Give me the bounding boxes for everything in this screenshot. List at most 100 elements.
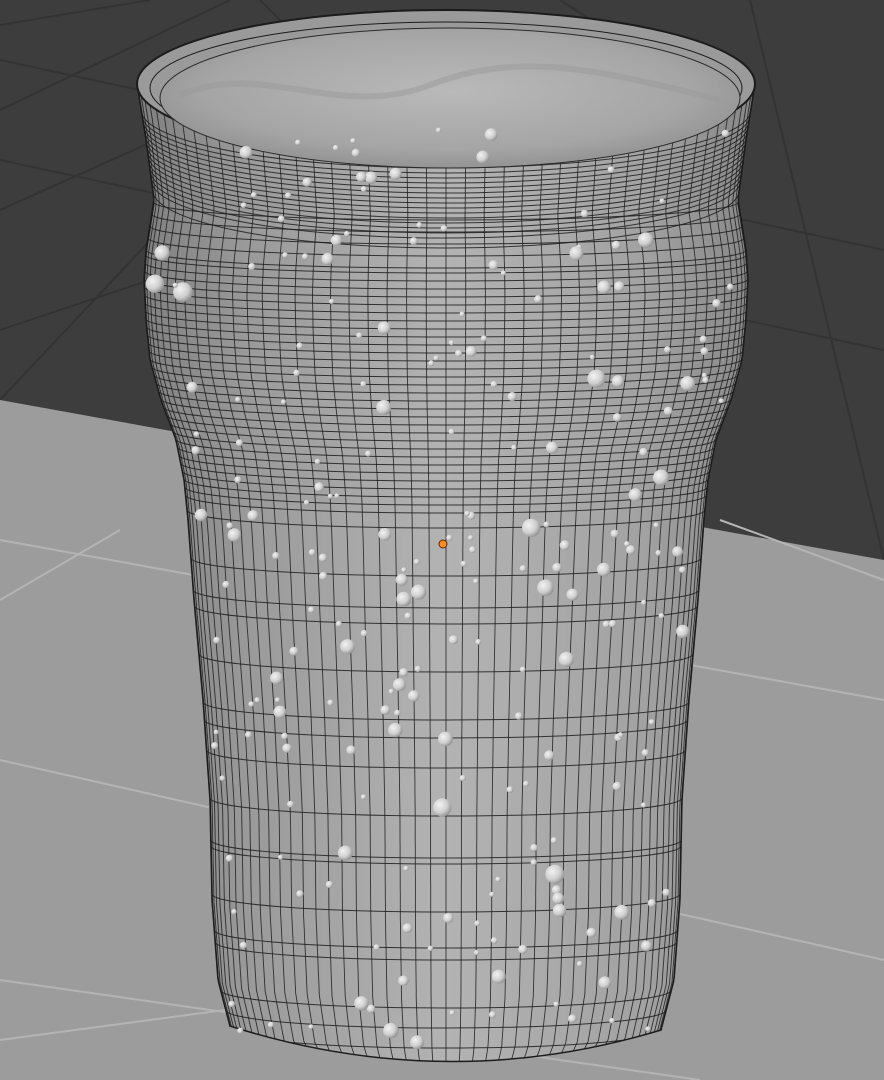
droplet (522, 518, 541, 538)
droplet (680, 376, 696, 391)
droplet (285, 192, 292, 199)
droplet (491, 969, 506, 984)
droplet (614, 281, 625, 292)
object-origin[interactable] (438, 539, 448, 549)
droplet (308, 1024, 314, 1030)
droplet (617, 732, 624, 738)
glass-object[interactable] (136, 9, 756, 1078)
droplet (550, 837, 558, 844)
droplet (438, 731, 453, 747)
droplet (489, 891, 495, 897)
droplet (398, 975, 409, 987)
droplet (428, 360, 435, 367)
droplet (511, 444, 517, 451)
droplet (614, 904, 630, 920)
droplet (448, 635, 459, 645)
droplet (448, 340, 454, 346)
droplet (721, 129, 730, 138)
droplet (337, 845, 353, 861)
3d-viewport[interactable] (0, 0, 884, 1080)
droplet (394, 709, 401, 717)
droplet (194, 508, 208, 522)
droplet (235, 439, 243, 447)
droplet (647, 899, 656, 908)
droplet (346, 745, 356, 755)
droplet (282, 252, 288, 258)
droplet (267, 1021, 274, 1028)
droplet (459, 311, 465, 317)
droplet (409, 237, 418, 246)
droplet (378, 528, 392, 541)
droplet (490, 381, 498, 388)
droplet (653, 522, 659, 528)
droplet (474, 920, 481, 927)
droplet (552, 562, 562, 573)
droplet (597, 562, 611, 577)
droplet (726, 283, 734, 291)
droplet (449, 1010, 455, 1016)
droplet (302, 177, 312, 187)
droplet (377, 321, 391, 335)
droplet (247, 510, 259, 522)
droplet (641, 940, 652, 952)
droplet (245, 731, 252, 739)
droplet (597, 280, 611, 294)
droplet (235, 396, 241, 403)
droplet (277, 215, 285, 223)
droplet (360, 629, 368, 637)
droplet (222, 580, 230, 589)
droplet (376, 399, 392, 415)
droplet (211, 742, 219, 750)
droplet (469, 546, 476, 553)
droplet (495, 876, 501, 882)
droplet (356, 171, 367, 183)
droplet (154, 245, 170, 261)
droplet (228, 1000, 235, 1008)
droplet (712, 299, 721, 308)
droplet (318, 553, 327, 562)
droplet (640, 802, 647, 808)
droplet (473, 578, 479, 584)
droplet (702, 377, 709, 384)
droplet (519, 666, 526, 673)
droplet (335, 620, 342, 628)
droplet (145, 274, 165, 293)
droplet (609, 1017, 615, 1024)
droplet (653, 469, 670, 486)
droplet (648, 719, 655, 725)
droplet (607, 166, 615, 174)
droplet (287, 800, 294, 808)
droplet (319, 571, 328, 581)
droplet (360, 381, 367, 387)
droplet (332, 144, 339, 151)
droplet (296, 342, 303, 350)
droplet (475, 639, 482, 645)
droplet (611, 240, 621, 250)
droplet (506, 786, 514, 793)
droplet (383, 1022, 399, 1039)
droplet (598, 976, 612, 989)
droplet (395, 573, 408, 586)
droplet (530, 859, 537, 866)
droplet (468, 535, 474, 541)
droplet (455, 349, 463, 357)
droplet (213, 636, 221, 644)
droplet (225, 854, 233, 862)
droplet (411, 584, 427, 600)
droplet (410, 1035, 424, 1050)
droplet (534, 295, 542, 304)
droplet (519, 565, 527, 572)
droplet (293, 369, 300, 377)
droplet (586, 927, 597, 938)
droplet (388, 722, 403, 738)
droplet (490, 937, 498, 944)
droplet (427, 945, 434, 952)
droplet (278, 854, 283, 860)
droplet (213, 729, 219, 735)
droplet (628, 488, 642, 502)
droplet (366, 1004, 376, 1013)
droplet (327, 493, 333, 499)
droplet (373, 944, 380, 951)
droplet (537, 579, 554, 597)
droplet (602, 620, 610, 628)
